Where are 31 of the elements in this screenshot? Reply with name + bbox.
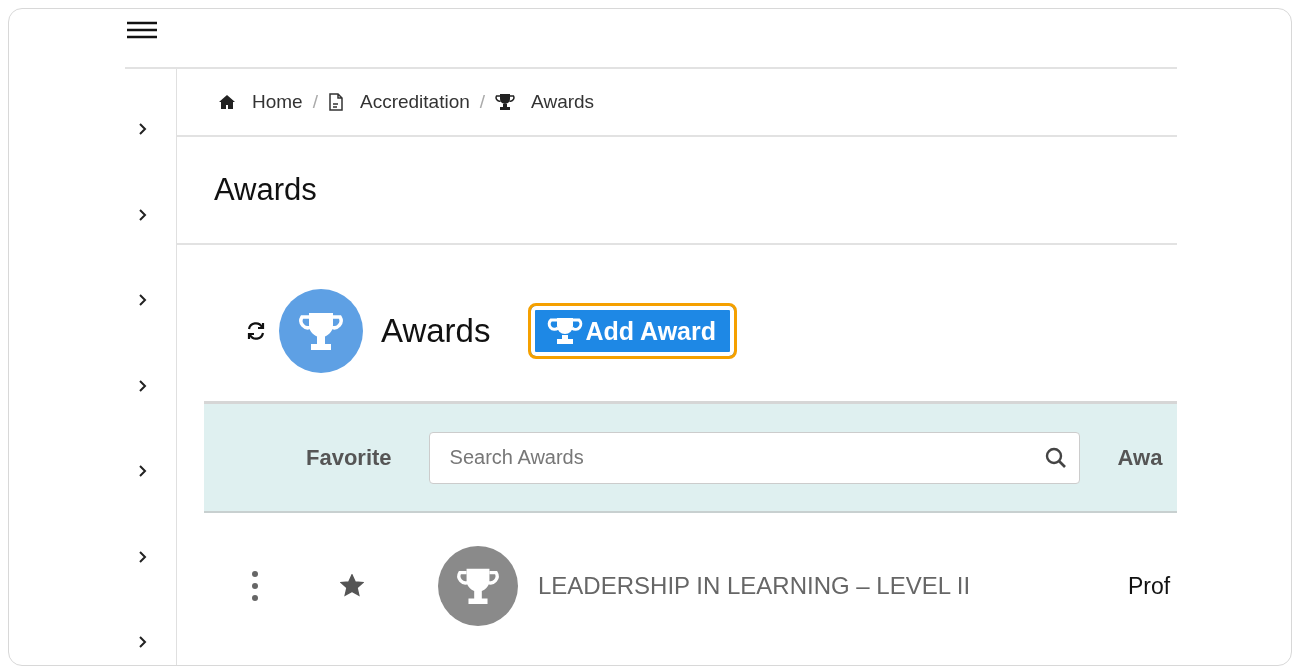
- chevron-icon[interactable]: [136, 549, 149, 564]
- star-icon[interactable]: [340, 574, 364, 598]
- column-header[interactable]: Favorite: [306, 444, 392, 471]
- search-field[interactable]: Search Awards: [428, 431, 1080, 484]
- trophy-avatar-icon: [438, 546, 518, 626]
- chevron-icon[interactable]: [136, 207, 149, 222]
- trophy-icon: [495, 93, 516, 111]
- search-icon[interactable]: [1043, 445, 1068, 470]
- chevron-icon[interactable]: [136, 122, 149, 136]
- home-icon: [218, 94, 236, 110]
- page-title: Awards: [214, 172, 317, 208]
- more-icon[interactable]: [252, 571, 258, 601]
- breadcrumb-separator: /: [312, 91, 318, 113]
- breadcrumb-link[interactable]: Awards: [531, 91, 595, 113]
- breadcrumb-link[interactable]: Home: [252, 91, 303, 113]
- chevron-icon[interactable]: [136, 293, 149, 307]
- table-cell: Prof: [1128, 572, 1171, 600]
- menu-icon[interactable]: [127, 21, 157, 39]
- breadcrumb-separator: /: [479, 91, 486, 113]
- chevron-icon[interactable]: [136, 464, 149, 478]
- chevron-icon[interactable]: [136, 378, 149, 393]
- document-icon: [327, 93, 344, 111]
- trophy-avatar-icon: [279, 289, 363, 373]
- award-name[interactable]: LEADERSHIP IN LEARNING – LEVEL II: [538, 572, 1128, 600]
- trophy-icon: [547, 316, 584, 346]
- section-title: Awards: [381, 312, 491, 350]
- column-header[interactable]: Awa: [1117, 444, 1163, 471]
- add-award-button[interactable]: Add Award: [528, 303, 738, 359]
- refresh-icon[interactable]: [245, 320, 267, 342]
- chevron-icon[interactable]: [136, 635, 149, 649]
- breadcrumb-link[interactable]: Accreditation: [359, 91, 470, 113]
